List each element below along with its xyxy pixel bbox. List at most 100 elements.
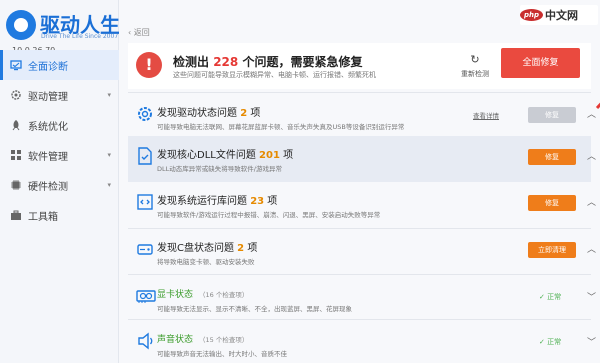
repair-button[interactable]: 修复 [528,107,576,123]
sidebar-item-toolbox[interactable]: 工具箱 [0,200,119,230]
issue-description: DLL动态库异常或缺失将导致软件/游戏异常 [157,165,282,173]
sidebar-item-label: 系统优化 [28,121,68,133]
dll-file-icon [136,147,154,165]
issue-row-dll: 发现核心DLL文件问题 201 项 DLL动态库异常或缺失将导致软件/游戏异常 … [128,136,596,182]
status-ok: ✓ 正常 [539,292,561,302]
summary-subtitle: 这些问题可能导致显示模糊异常、电脑卡顿、运行报错、频繁死机 [173,71,376,79]
issue-count: 2 [240,108,248,119]
speaker-icon [136,332,156,350]
issue-row-driver: 发现驱动状态问题 2 项 可能导致电脑无法联网、屏幕花屏蓝屏卡顿、音乐失声失真及… [128,94,596,140]
chevron-up-icon[interactable]: ︿ [587,107,596,120]
status-label: 正常 [547,338,562,346]
view-details-link[interactable]: 查看详情 [473,110,499,120]
issue-title: 发现C盘状态问题 2 项 [157,239,257,254]
summary-title-prefix: 检测出 [173,55,210,69]
check-item-count: （15 个检查项） [199,336,249,344]
check-title: 声音状态 （15 个检查项） [157,332,248,345]
back-link[interactable]: ‹ 返回 [128,27,150,38]
watermark-text: 中文网 [545,9,579,22]
sidebar-item-label: 硬件检测 [28,181,68,193]
grid-icon [10,149,22,161]
logo-icon [6,10,36,40]
check-description: 可能导致声音无法输出、时大时小、音质不佳 [157,350,287,358]
annotation-arrow [595,102,600,110]
repair-button[interactable]: 修复 [528,149,576,165]
monitor-icon [10,59,22,71]
sidebar-item-full-diagnosis[interactable]: 全面诊断 [0,50,119,80]
main-panel: ‹ 返回 ! 检测出 228 个问题，需要紧急修复 这些问题可能导致显示模糊异常… [119,0,600,363]
checkmark-icon: ✓ [539,293,548,301]
issue-title: 发现系统运行库问题 23 项 [157,192,277,207]
issue-title-suffix: 项 [267,196,278,207]
gear-icon [10,89,22,101]
issue-title: 发现驱动状态问题 2 项 [157,104,260,119]
issue-count: 2 [237,243,245,254]
issue-description: 将导致电脑变卡顿、驱动安装失败 [157,258,255,266]
issue-row-c-disk: 发现C盘状态问题 2 项 将导致电脑变卡顿、驱动安装失败 立即清理 ︿ [128,229,596,275]
sidebar-item-software-management[interactable]: 软件管理 ▾ [0,140,119,170]
check-row-graphics: 显卡状态 （16 个检查项） 可能导致无法显示、显示不清晰、不全，出现蓝屏、黑屏、… [128,275,596,319]
rescan-button[interactable]: ↻ 重新检测 [457,53,493,79]
issue-title-suffix: 项 [247,243,258,254]
issue-description: 可能导致软件/游戏运行过程中报错、崩溃、闪退、黑屏、安装启动失败等异常 [157,211,381,219]
chip-icon [10,179,22,191]
issue-title-text: 发现C盘状态问题 [157,243,234,254]
sidebar-nav: 全面诊断 驱动管理 ▾ 系统优化 软件管理 ▾ 硬件检测 ▾ 工具箱 [0,50,119,230]
graphics-card-icon [136,287,156,305]
sidebar-item-label: 工具箱 [28,211,58,223]
disk-icon [136,240,154,258]
issue-title-text: 发现核心DLL文件问题 [157,150,256,161]
check-row-sound: 声音状态 （15 个检查项） 可能导致声音无法输出、时大时小、音质不佳 ✓ 正常 … [128,320,596,363]
chevron-down-icon[interactable]: ﹀ [587,335,596,348]
clean-now-button[interactable]: 立即清理 [528,242,576,258]
divider [128,92,591,93]
chevron-down-icon: ▾ [107,91,111,99]
sidebar-item-system-optimize[interactable]: 系统优化 [0,110,119,140]
sidebar-item-hardware-detection[interactable]: 硬件检测 ▾ [0,170,119,200]
sidebar-item-driver-management[interactable]: 驱动管理 ▾ [0,80,119,110]
watermark-brand: php [520,9,544,21]
check-title-text: 声音状态 [157,335,194,345]
refresh-icon: ↻ [470,53,480,66]
check-title: 显卡状态 （16 个检查项） [157,287,248,300]
rescan-label: 重新检测 [461,70,489,78]
warning-icon: ! [136,52,162,78]
fix-all-button[interactable]: 全面修复 [501,48,580,78]
back-label: 返回 [133,28,150,37]
issue-title-text: 发现驱动状态问题 [157,108,237,119]
check-description: 可能导致无法显示、显示不清晰、不全，出现蓝屏、黑屏、花屏现象 [157,305,352,313]
chevron-down-icon: ▾ [107,181,111,189]
summary-title: 检测出 228 个问题，需要紧急修复 [173,53,362,70]
repair-button[interactable]: 修复 [528,195,576,211]
chevron-up-icon[interactable]: ︿ [587,195,596,208]
issue-row-runtime: 发现系统运行库问题 23 项 可能导致软件/游戏运行过程中报错、崩溃、闪退、黑屏… [128,182,596,228]
app-slogan: Drive The Life Since 2007 [41,33,119,40]
check-item-count: （16 个检查项） [199,291,249,299]
toolbox-icon [10,209,22,221]
chevron-up-icon[interactable]: ︿ [587,242,596,255]
chevron-up-icon[interactable]: ︿ [587,149,596,162]
status-label: 正常 [547,293,562,301]
rocket-icon [10,119,22,131]
status-ok: ✓ 正常 [539,337,561,347]
issue-count: 23 [250,196,265,207]
watermark: php 中文网 [520,5,598,25]
sidebar-item-label: 全面诊断 [28,61,68,73]
gear-icon [136,105,154,123]
code-window-icon [136,193,154,211]
summary-title-suffix: 个问题，需要紧急修复 [242,55,363,69]
sidebar: 驱动人生 Drive The Life Since 2007 10.0.26.7… [0,0,120,363]
problem-count: 228 [213,55,239,69]
chevron-down-icon: ▾ [107,151,111,159]
chevron-down-icon[interactable]: ﹀ [587,290,596,303]
check-title-text: 显卡状态 [157,290,194,300]
issue-title-suffix: 项 [250,108,261,119]
sidebar-item-label: 驱动管理 [28,91,68,103]
issue-description: 可能导致电脑无法联网、屏幕花屏蓝屏卡顿、音乐失声失真及USB等设备识别运行异常 [157,123,405,131]
issue-count: 201 [259,150,280,161]
sidebar-item-label: 软件管理 [28,151,68,163]
issue-title: 发现核心DLL文件问题 201 项 [157,146,293,161]
checkmark-icon: ✓ [539,338,548,346]
issue-title-suffix: 项 [283,150,294,161]
issue-title-text: 发现系统运行库问题 [157,196,247,207]
